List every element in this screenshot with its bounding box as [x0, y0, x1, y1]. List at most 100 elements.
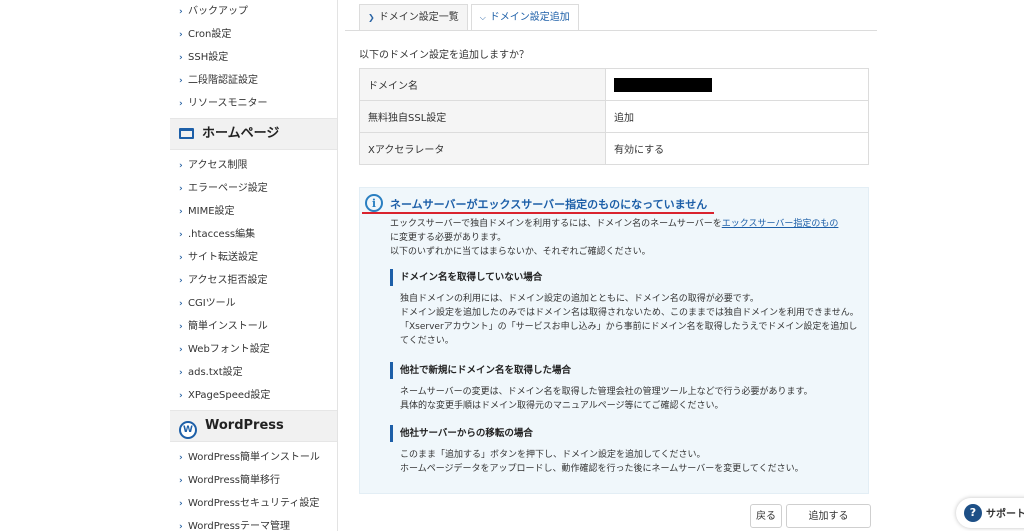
confirm-intro: 以下のドメイン設定を追加しますか？ [359, 50, 529, 61]
sidebar-item[interactable]: › SSH設定 [170, 46, 337, 69]
section-body: ネームサーバーの変更は、ドメイン名を取得した管理会社の管理ツール上などで行う必要… [390, 385, 860, 413]
sidebar-item-label: アクセス制限 [188, 160, 248, 171]
section-line: ドメイン設定を追加したのみではドメイン名は取得されないため、このままでは独自ドメ… [400, 308, 859, 318]
domain-settings-table: ドメイン名 無料独自SSL設定 追加 Xアクセラレータ 有効にする [359, 68, 869, 165]
chevron-right-icon: › [179, 476, 183, 486]
section-line: このまま「追加する」ボタンを押下し、ドメイン設定を追加してください。 [400, 450, 706, 460]
sidebar-item[interactable]: › WordPress簡単移行 [170, 469, 337, 492]
notice-section-migration: 他社サーバーからの移転の場合 このまま「追加する」ボタンを押下し、ドメイン設定を… [390, 425, 860, 476]
tab-domain-list[interactable]: ❯ ドメイン設定一覧 [359, 4, 468, 31]
sidebar-item-label: Cron設定 [188, 29, 232, 40]
notice-section-other-registrar: 他社で新規にドメイン名を取得した場合 ネームサーバーの変更は、ドメイン名を取得し… [390, 362, 860, 413]
sidebar-item[interactable]: › バックアップ [170, 0, 337, 23]
chevron-right-icon: › [179, 230, 183, 240]
section-body: このまま「追加する」ボタンを押下し、ドメイン設定を追加してください。 ホームペー… [390, 448, 860, 476]
red-underline [362, 212, 714, 214]
sidebar-wordpress-list: › WordPress簡単インストール › WordPress簡単移行 › WordPre… [170, 446, 337, 531]
sidebar-item[interactable]: › WordPress簡単インストール [170, 446, 337, 469]
section-line: 具体的な変更手順はドメイン取得元のマニュアルページ等にてご確認ください。 [400, 401, 724, 411]
table-row: 無料独自SSL設定 追加 [359, 100, 869, 133]
sidebar-item[interactable]: › Webフォント設定 [170, 338, 337, 361]
chevron-right-icon: › [179, 161, 183, 171]
chevron-right-icon: › [179, 99, 183, 109]
sidebar-item[interactable]: › MIME設定 [170, 200, 337, 223]
chevron-right-icon: ❯ [368, 13, 375, 22]
sidebar-item[interactable]: › CGIツール [170, 292, 337, 315]
tab-divider [345, 30, 877, 31]
section-line: ネームサーバーの変更は、ドメイン名を取得した管理会社の管理ツール上などで行う必要… [400, 387, 813, 397]
sidebar-item-label: サイト転送設定 [188, 252, 258, 263]
sidebar-item[interactable]: › WordPressテーマ管理 [170, 515, 337, 531]
sidebar-item-label: XPageSpeed設定 [188, 390, 271, 401]
sidebar-item[interactable]: › アクセス制限 [170, 154, 337, 177]
section-body: 独自ドメインの利用には、ドメイン設定の追加とともに、ドメイン名の取得が必要です。… [390, 292, 860, 348]
section-line: 「Xserverアカウント」の「サービスお申し込み」から事前にドメイン名を取得し… [400, 322, 858, 346]
chevron-right-icon: › [179, 299, 183, 309]
table-key: ドメイン名 [359, 68, 606, 101]
chevron-right-icon: › [179, 522, 183, 531]
sidebar-item[interactable]: › 二段階認証設定 [170, 69, 337, 92]
chevron-right-icon: › [179, 322, 183, 332]
back-button[interactable]: 戻る [750, 504, 782, 528]
sidebar-item[interactable]: › WordPressセキュリティ設定 [170, 492, 337, 515]
tab-label: ドメイン設定一覧 [378, 12, 459, 23]
sidebar-item[interactable]: › XPageSpeed設定 [170, 384, 337, 407]
notice-text: エックスサーバーで独自ドメインを利用するには、ドメイン名のネームサーバーを [390, 219, 722, 229]
chevron-right-icon: › [179, 7, 183, 17]
nameserver-link[interactable]: エックスサーバー指定のもの [722, 219, 839, 229]
section-line: 独自ドメインの利用には、ドメイン設定の追加とともに、ドメイン名の取得が必要です。 [400, 294, 759, 304]
chevron-right-icon: › [179, 276, 183, 286]
sidebar-item[interactable]: › .htaccess編集 [170, 223, 337, 246]
sidebar-section-wordpress[interactable]: W WordPress [170, 410, 337, 442]
sidebar-item-label: WordPressセキュリティ設定 [188, 498, 320, 509]
sidebar-item[interactable]: › 簡単インストール [170, 315, 337, 338]
chevron-right-icon: › [179, 345, 183, 355]
wordpress-icon: W [179, 421, 197, 439]
table-key: 無料独自SSL設定 [359, 100, 606, 133]
sidebar-item[interactable]: › ads.txt設定 [170, 361, 337, 384]
section-heading: 他社で新規にドメイン名を取得した場合 [390, 362, 860, 379]
support-label: サポート [986, 509, 1024, 520]
sidebar-top-list: › バックアップ › Cron設定 › SSH設定 › 二段階認証設定 › リソースモニター [170, 0, 337, 115]
sidebar-item-label: アクセス拒否設定 [188, 275, 268, 286]
sidebar-item[interactable]: › サイト転送設定 [170, 246, 337, 269]
chevron-right-icon: › [179, 368, 183, 378]
chevron-down-icon: ⌵ [479, 13, 486, 22]
sidebar-item-label: 二段階認証設定 [188, 75, 258, 86]
sidebar-item-label: エラーページ設定 [188, 183, 268, 194]
sidebar-homepage-list: › アクセス制限 › エラーページ設定 › MIME設定 › .htaccess編集 › サイト転… [170, 154, 337, 407]
tab-domain-add[interactable]: ⌵ ドメイン設定追加 [470, 4, 579, 31]
sidebar: › バックアップ › Cron設定 › SSH設定 › 二段階認証設定 › リソースモニター ホー… [170, 0, 338, 531]
sidebar-item-label: 簡単インストール [188, 321, 268, 332]
chevron-right-icon: › [179, 53, 183, 63]
sidebar-section-label: WordPress [205, 418, 284, 433]
support-button[interactable]: ? サポート [956, 498, 1024, 528]
sidebar-item[interactable]: › リソースモニター [170, 92, 337, 115]
sidebar-item-label: WordPress簡単インストール [188, 452, 320, 463]
notice-body: エックスサーバーで独自ドメインを利用するには、ドメイン名のネームサーバーをエック… [390, 217, 866, 259]
section-heading: ドメイン名を取得していない場合 [390, 269, 860, 286]
submit-add-button[interactable]: 追加する [786, 504, 871, 528]
chevron-right-icon: › [179, 207, 183, 217]
info-icon: i [365, 194, 383, 212]
sidebar-section-homepage[interactable]: ホームページ [170, 118, 337, 150]
section-heading: 他社サーバーからの移転の場合 [390, 425, 860, 442]
table-value: 有効にする [605, 132, 869, 165]
chevron-right-icon: › [179, 184, 183, 194]
sidebar-item[interactable]: › アクセス拒否設定 [170, 269, 337, 292]
table-value [605, 68, 869, 101]
table-value: 追加 [605, 100, 869, 133]
table-row: Xアクセラレータ 有効にする [359, 132, 869, 165]
sidebar-item[interactable]: › エラーページ設定 [170, 177, 337, 200]
sidebar-item[interactable]: › Cron設定 [170, 23, 337, 46]
sidebar-item-label: Webフォント設定 [188, 344, 270, 355]
sidebar-item-label: ads.txt設定 [188, 367, 243, 378]
sidebar-item-label: WordPress簡単移行 [188, 475, 281, 486]
sidebar-item-label: MIME設定 [188, 206, 235, 217]
main-content: ❯ ドメイン設定一覧 ⌵ ドメイン設定追加 以下のドメイン設定を追加しますか？ ドメ… [345, 0, 885, 531]
homepage-icon [179, 128, 194, 139]
nameserver-notice: i ネームサーバーがエックスサーバー指定のものになっていません エックスサーバー… [359, 187, 869, 494]
sidebar-item-label: リソースモニター [188, 98, 268, 109]
table-key: Xアクセラレータ [359, 132, 606, 165]
tab-label: ドメイン設定追加 [489, 12, 570, 23]
